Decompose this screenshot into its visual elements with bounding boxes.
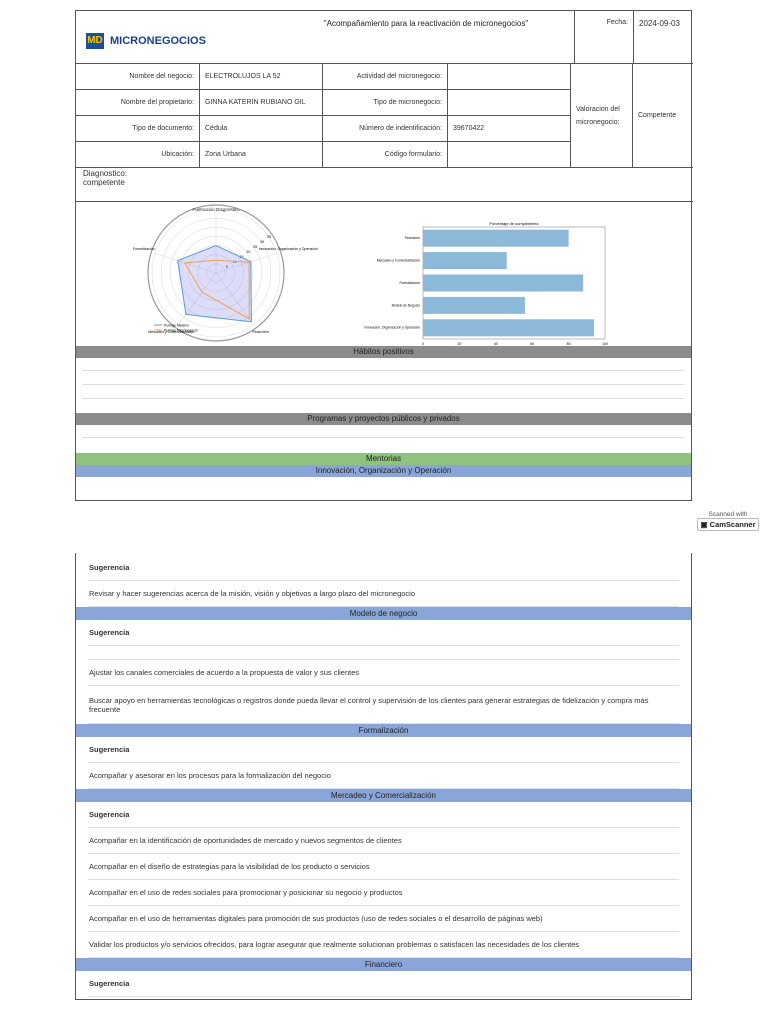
suggestion-item-text: Acompañar en el uso de redes sociales pa… — [89, 888, 403, 897]
form-page-2: Sugerencia Revisar y hacer sugerencias ac… — [75, 553, 692, 1000]
sugerencia-label-text: Sugerencia — [89, 628, 130, 637]
camscanner-icon: ▣ — [700, 520, 710, 529]
suggestion-item: Acompañar en el diseño de estrategias pa… — [88, 854, 679, 880]
suggestion-item-text: Acompañar en el diseño de estrategias pa… — [89, 862, 370, 871]
suggestion-item: Validar los productos y/o servicios ofre… — [88, 932, 679, 958]
diagnostico-label: Diagnostico: — [83, 169, 128, 178]
bar-4 — [423, 319, 595, 337]
scanner-line1: Scanned with — [708, 511, 748, 518]
bar-0 — [423, 229, 569, 247]
suggestion-item-text: Acompañar en la identificación de oportu… — [89, 836, 402, 845]
sugerencia-label-text: Sugerencia — [89, 810, 130, 819]
radar-series-0 — [177, 245, 252, 323]
radar-tick-label: 35 — [267, 235, 271, 239]
fecha-label: Fecha: — [574, 11, 634, 64]
radar-tick-label: 30 — [260, 240, 264, 244]
innovacion-header: Innovación, Organización y Operación — [76, 465, 691, 477]
bar-category-label: Formalización — [399, 281, 420, 285]
habitos-header: Hábitos positivos — [76, 346, 691, 358]
mercadeo-header: Mercadeo y Comercialización — [76, 789, 691, 802]
numero-id-label: Número de indentificación: — [323, 116, 448, 142]
bar-2 — [423, 274, 584, 292]
sugerencia-label-text: Sugerencia — [89, 745, 130, 754]
suggestion-item-text: Validar los productos y/o servicios ofre… — [89, 940, 580, 949]
codigo-label: Código formulario: — [323, 142, 448, 168]
radar-tick-label: 20 — [246, 250, 250, 254]
actividad-value — [448, 64, 571, 90]
suggestion-item-text: Ajustar los canales comerciales de acuer… — [89, 668, 360, 677]
tipo-micronegocio-value — [448, 90, 571, 116]
suggestion-item — [88, 646, 679, 660]
logo-text: MICRONEGOCIOS — [110, 35, 206, 47]
modelo-header: Modelo de negocio — [76, 607, 691, 620]
ubicacion-label: Ubicación: — [76, 142, 200, 168]
bar-category-label: Innovación, Organización y Operación — [364, 326, 420, 330]
bar-category-label: Financiero — [405, 236, 421, 240]
radar-axis-label: Financiero — [252, 330, 268, 334]
suggestion-item-text: Revisar y hacer sugerencias acerca de la… — [89, 589, 415, 598]
suggestion-item: Acompañar y asesorar en los procesos par… — [88, 763, 679, 789]
mentorias-header: Mentorias — [76, 453, 691, 465]
sugerencia-label: Sugerencia — [88, 802, 679, 828]
radar-axis-label: Formalización — [133, 247, 155, 251]
tipo-documento-label: Tipo de documento: — [76, 116, 200, 142]
scanner-logo: ▣ CamScanner — [697, 518, 759, 531]
suggestion-item: Ajustar los canales comerciales de acuer… — [88, 660, 679, 686]
divider — [82, 437, 685, 438]
actividad-label: Actividad del micronegocio: — [323, 64, 448, 90]
camscanner-badge: Scanned with ▣ CamScanner — [697, 511, 759, 531]
valoracion-label: Valoracion del micronegocio: — [571, 64, 633, 168]
legend-label: Puntaje Maximo — [164, 324, 189, 328]
suggestion-item: Revisar y hacer sugerencias acerca de la… — [88, 581, 679, 607]
fecha-value: 2024-09-03 — [634, 11, 693, 64]
radar-tick-label: 25 — [253, 245, 257, 249]
formalizacion-header: Formalización — [76, 724, 691, 737]
codigo-value — [448, 142, 571, 168]
suggestion-item: Buscar apoyo en herramientas tecnológica… — [88, 686, 679, 724]
valoracion-value: Competente — [633, 64, 693, 168]
charts-area: Puntuación Diagnostico5101520253035Model… — [133, 204, 608, 346]
ubicacion-value: Zona Urbana — [200, 142, 323, 168]
form-page-1: MD MICRONEGOCIOS "Acompañamiento para la… — [75, 10, 693, 501]
bar-category-label: Mercadeo y Comercialización — [377, 258, 420, 262]
legend-label: Puntaje Micronegocio — [164, 329, 198, 333]
bar-1 — [423, 252, 507, 270]
suggestion-item: Acompañar en el uso de redes sociales pa… — [88, 880, 679, 906]
divider — [82, 398, 685, 399]
bar-category-label: Modelo de Negocio — [392, 303, 421, 307]
document-title: "Acompañamiento para la reactivación de … — [323, 19, 529, 28]
suggestion-item-text: Acompañar en el uso de herramientas digi… — [89, 914, 543, 923]
divider — [82, 370, 685, 371]
suggestion-item: Acompañar en la identificación de oportu… — [88, 828, 679, 854]
sugerencia-label: Sugerencia — [88, 620, 679, 646]
sugerencia-label-text: Sugerencia — [89, 563, 130, 572]
tipo-micronegocio-label: Tipo de micronegocio: — [323, 90, 448, 116]
numero-id-value: 39670422 — [448, 116, 571, 142]
sugerencia-label-text: Sugerencia — [89, 979, 130, 988]
suggestion-item: Acompañar en el uso de herramientas digi… — [88, 906, 679, 932]
logo-mark: MD — [86, 33, 104, 49]
nombre-negocio-value: ELECTROLUJOS LA 52 — [200, 64, 323, 90]
suggestion-item-text: Acompañar y asesorar en los procesos par… — [89, 771, 331, 780]
sugerencia-label: Sugerencia — [88, 555, 679, 581]
nombre-negocio-label: Nombre del negocio: — [76, 64, 200, 90]
bar-3 — [423, 296, 525, 314]
suggestion-item-text: Buscar apoyo en herramientas tecnológica… — [89, 695, 649, 714]
logo: MD MICRONEGOCIOS — [86, 33, 206, 49]
financiero-header: Financiero — [76, 958, 691, 971]
diagnostico-value: competente — [83, 178, 125, 187]
tipo-documento-value: Cédula — [200, 116, 323, 142]
sugerencia-label: Sugerencia — [88, 737, 679, 763]
propietario-value: GINNA KATERIN RUBIANO GIL — [200, 90, 323, 116]
sugerencia-label: Sugerencia — [88, 971, 679, 997]
propietario-label: Nombre del propietario: — [76, 90, 200, 116]
bar-chart-title: Porcentaje de cumplimiento — [489, 221, 539, 226]
divider — [82, 384, 685, 385]
programas-header: Programas y proyectos públicos y privado… — [76, 413, 691, 425]
radar-axis-label: Innovación, Organización y Operación — [259, 247, 318, 251]
